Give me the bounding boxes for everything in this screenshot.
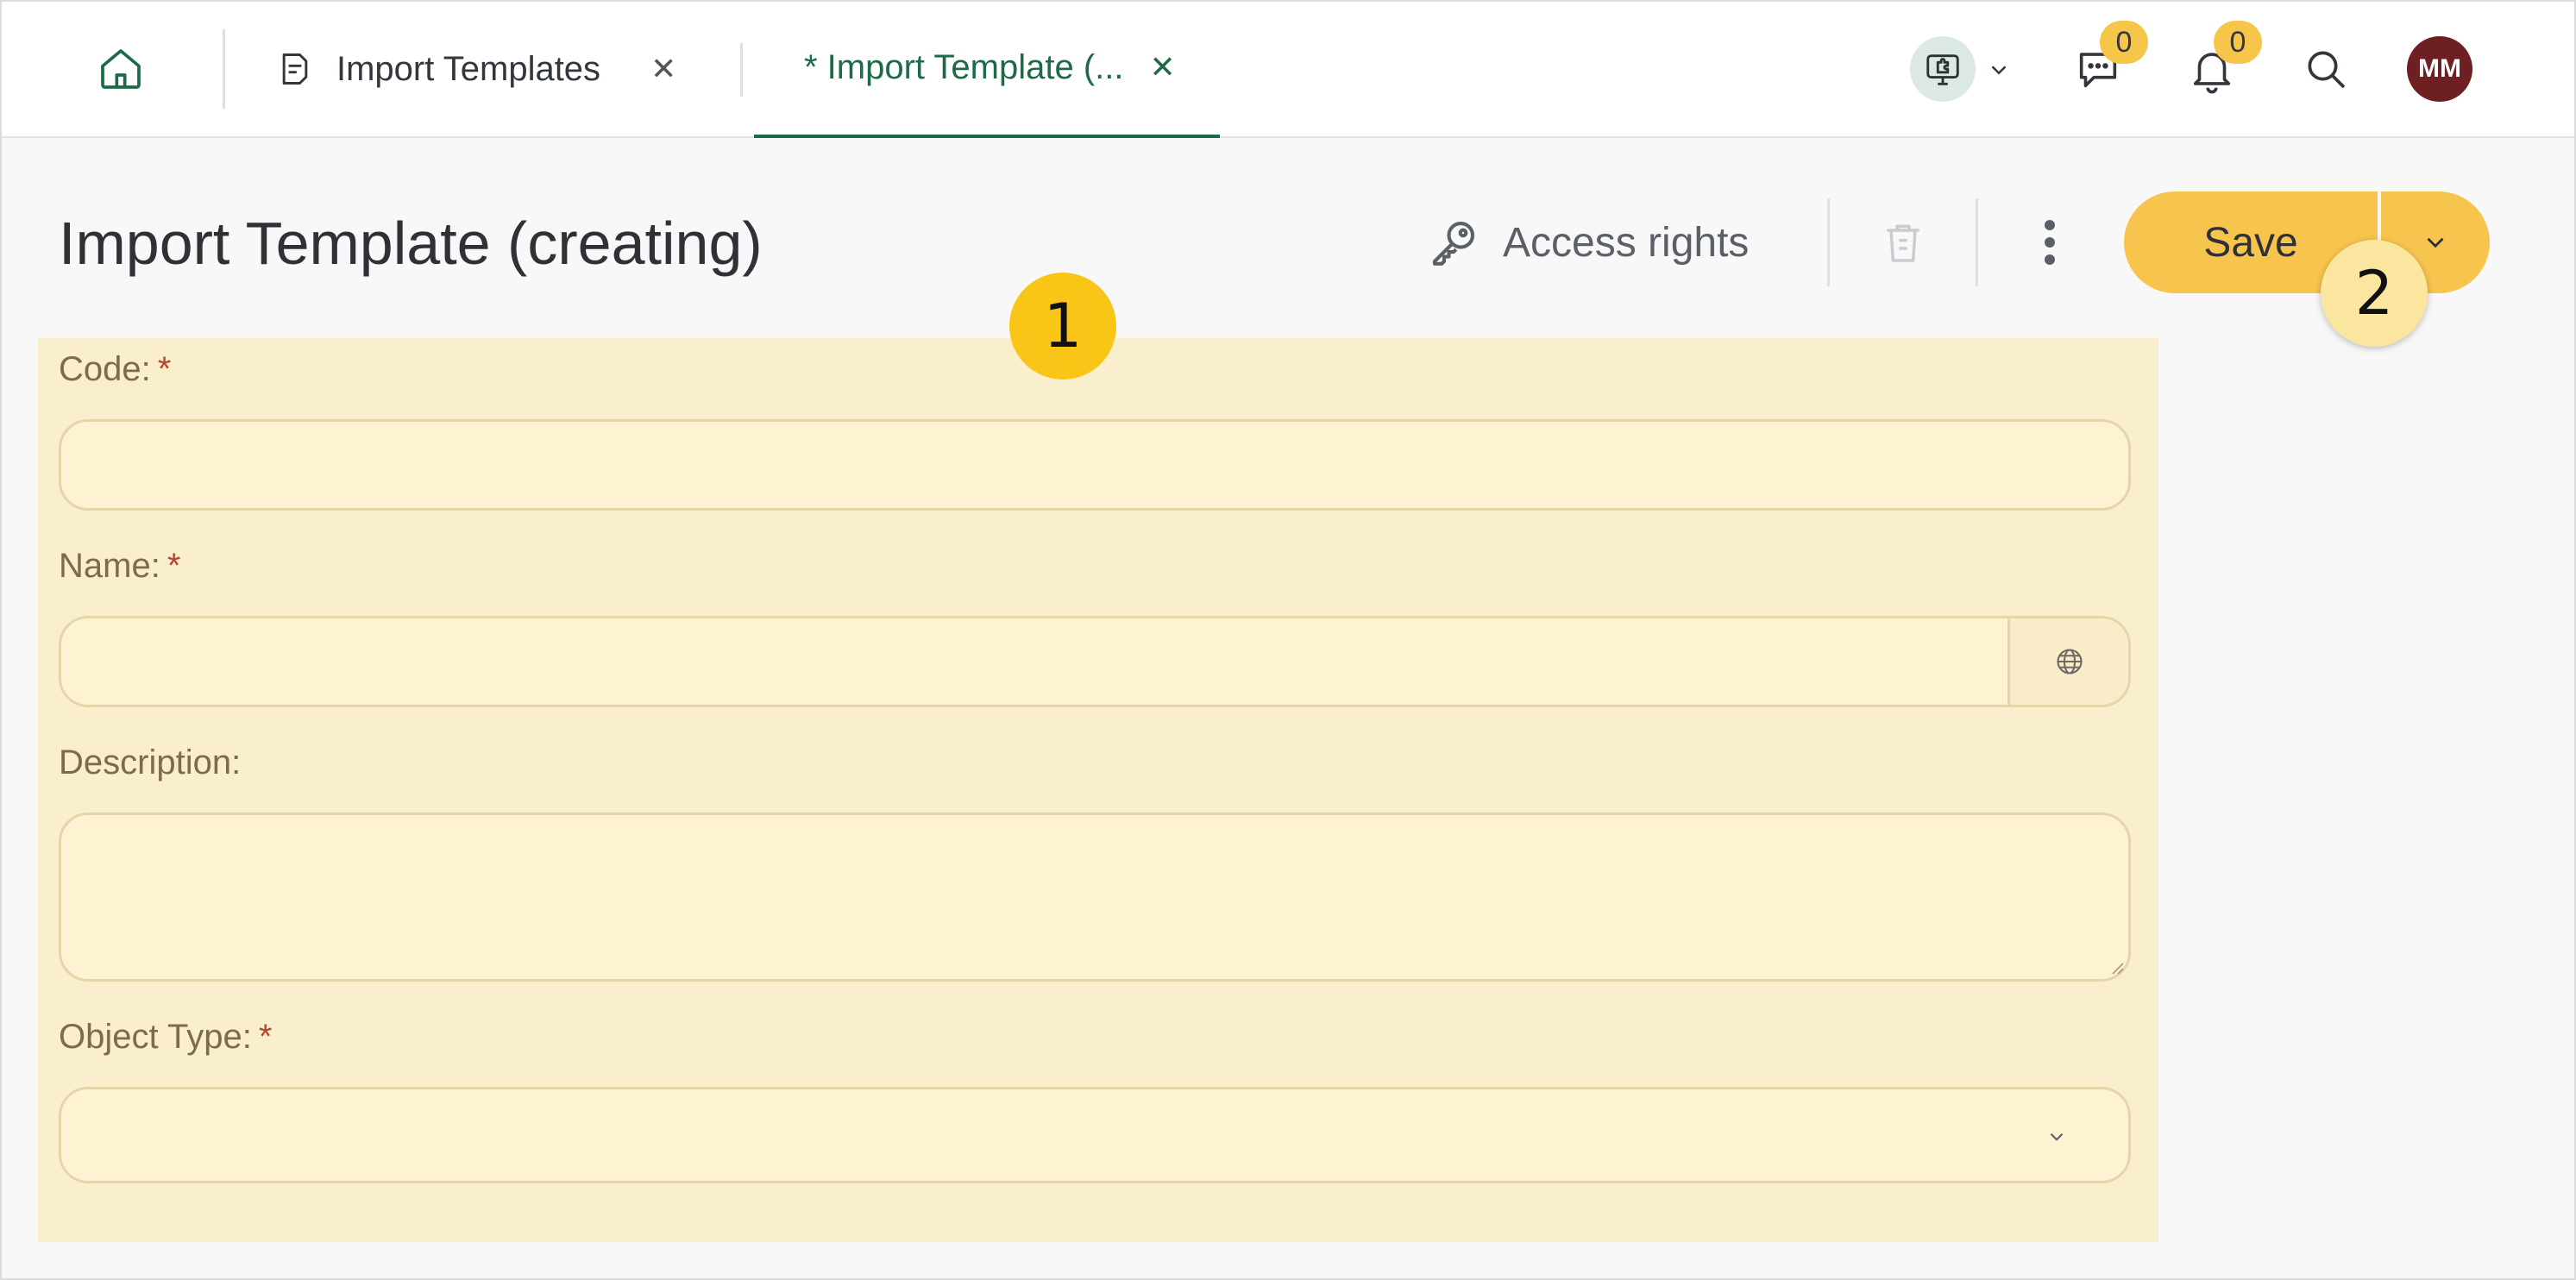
notifications-count-badge: 0	[2214, 21, 2262, 64]
document-icon	[282, 53, 308, 85]
access-rights-label: Access rights	[1503, 219, 1750, 266]
required-mark: *	[166, 547, 181, 585]
divider	[223, 29, 225, 109]
access-rights-button[interactable]: Access rights	[1425, 212, 1749, 273]
search-button[interactable]	[2291, 35, 2360, 104]
messages-count-badge: 0	[2100, 21, 2148, 64]
chevron-down-icon[interactable]	[1986, 57, 2012, 83]
name-label-text: Name:	[59, 547, 160, 585]
resize-grip-icon[interactable]	[2108, 958, 2125, 976]
chevron-down-icon	[2050, 1133, 2064, 1141]
divider	[1976, 198, 1978, 286]
more-actions-button[interactable]	[2019, 212, 2081, 273]
top-bar: Import Templates ✕ * Import Template (..…	[0, 0, 2576, 138]
divider	[740, 43, 743, 97]
name-input[interactable]	[59, 616, 2131, 707]
home-icon	[101, 49, 141, 89]
object-type-label-text: Object Type:	[59, 1018, 252, 1056]
search-icon	[2308, 51, 2346, 89]
workspace-icon	[1926, 54, 1959, 85]
translations-button[interactable]	[2007, 618, 2128, 705]
delete-button[interactable]	[1869, 212, 1938, 273]
user-avatar[interactable]: MM	[2407, 36, 2472, 102]
description-textarea[interactable]	[59, 813, 2131, 982]
key-icon	[1432, 221, 1475, 266]
workspace-switcher-button[interactable]	[1910, 36, 1976, 102]
page-title: Import Template (creating)	[59, 210, 763, 277]
step-marker-1: 1	[1009, 273, 1116, 380]
tab-label: * Import Template (...	[804, 47, 1124, 86]
name-label: Name: *	[59, 547, 180, 586]
tab-import-templates[interactable]: Import Templates ✕	[276, 0, 676, 138]
step-marker-2: 2	[2321, 240, 2428, 347]
code-label-text: Code:	[59, 350, 151, 388]
tab-import-template-creating[interactable]: * Import Template (... ✕	[754, 0, 1220, 138]
trash-icon	[1887, 224, 1919, 262]
more-vertical-icon	[2045, 220, 2055, 265]
object-type-label: Object Type: *	[59, 1018, 272, 1057]
code-label: Code: *	[59, 350, 171, 389]
required-mark: *	[157, 350, 172, 388]
close-tab-button[interactable]: ✕	[650, 51, 676, 87]
description-label-text: Description:	[59, 744, 242, 781]
tab-label: Import Templates	[336, 49, 601, 88]
object-type-select[interactable]	[59, 1087, 2131, 1183]
globe-icon	[2056, 649, 2083, 675]
description-label: Description:	[59, 744, 241, 782]
divider	[1827, 198, 1830, 286]
required-mark: *	[258, 1018, 273, 1056]
code-input[interactable]	[59, 419, 2131, 511]
home-button[interactable]	[86, 35, 155, 104]
chevron-down-icon	[2427, 237, 2444, 248]
close-tab-button[interactable]: ✕	[1150, 49, 1176, 85]
